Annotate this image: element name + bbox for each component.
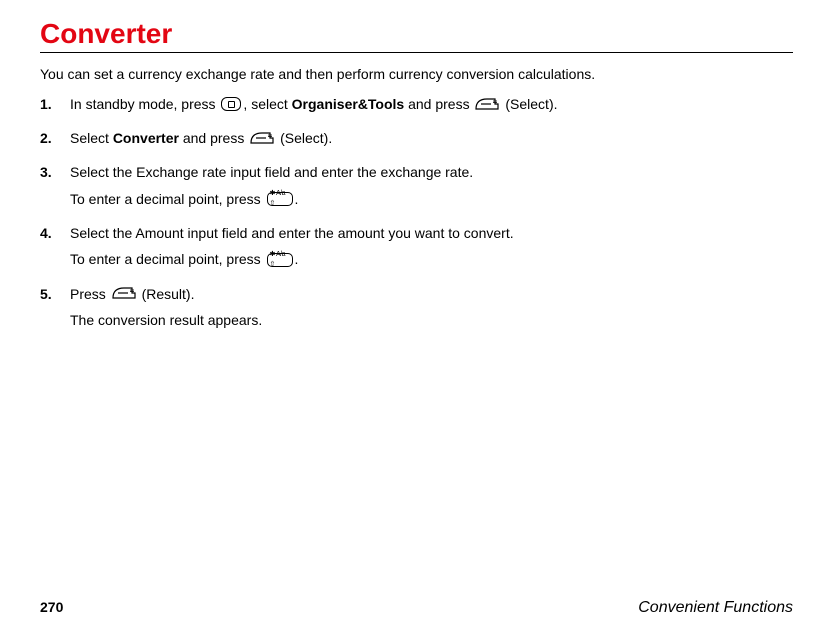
center-key-icon <box>221 97 241 111</box>
soft-key-icon <box>112 286 136 301</box>
step-3-sub: To enter a decimal point, press ✱ A/a ⇧. <box>70 189 793 209</box>
step-1-text-pre: In standby mode, press <box>70 96 219 112</box>
page-footer: 270 Convenient Functions <box>40 599 793 617</box>
step-1-text-mid: , select <box>243 96 291 112</box>
section-title: Convenient Functions <box>638 599 793 617</box>
step-1-text-tail: (Select). <box>501 96 557 112</box>
step-5: Press (Result). The conversion result ap… <box>40 284 793 331</box>
step-3: Select the Exchange rate input field and… <box>40 162 793 209</box>
title-underline <box>40 52 793 53</box>
step-5-sub: The conversion result appears. <box>70 310 793 330</box>
step-4-sub-tail: . <box>295 251 299 267</box>
page-title: Converter <box>40 18 793 50</box>
step-2-text-mid: and press <box>179 130 248 146</box>
soft-key-icon <box>250 131 274 146</box>
step-2-text-tail: (Select). <box>276 130 332 146</box>
step-5-pre: Press <box>70 286 110 302</box>
step-2-bold: Converter <box>113 130 179 146</box>
step-4-main: Select the Amount input field and enter … <box>70 225 514 241</box>
step-1-text-post: and press <box>404 96 473 112</box>
intro-text: You can set a currency exchange rate and… <box>40 65 793 84</box>
step-4-sub: To enter a decimal point, press ✱ A/a ⇧. <box>70 249 793 269</box>
step-2: Select Converter and press (Select). <box>40 128 793 148</box>
step-2-text-pre: Select <box>70 130 113 146</box>
step-3-sub-pre: To enter a decimal point, press <box>70 191 265 207</box>
step-1-bold: Organiser&Tools <box>292 96 405 112</box>
step-3-main: Select the Exchange rate input field and… <box>70 164 473 180</box>
page-number: 270 <box>40 599 63 615</box>
star-key-icon: ✱ A/a ⇧ <box>267 192 293 206</box>
step-4: Select the Amount input field and enter … <box>40 223 793 270</box>
step-1: In standby mode, press , select Organise… <box>40 94 793 114</box>
step-5-tail: (Result). <box>138 286 195 302</box>
star-key-icon: ✱ A/a ⇧ <box>267 253 293 267</box>
steps-list: In standby mode, press , select Organise… <box>40 94 793 330</box>
soft-key-icon <box>475 97 499 112</box>
step-3-sub-tail: . <box>295 191 299 207</box>
step-4-sub-pre: To enter a decimal point, press <box>70 251 265 267</box>
